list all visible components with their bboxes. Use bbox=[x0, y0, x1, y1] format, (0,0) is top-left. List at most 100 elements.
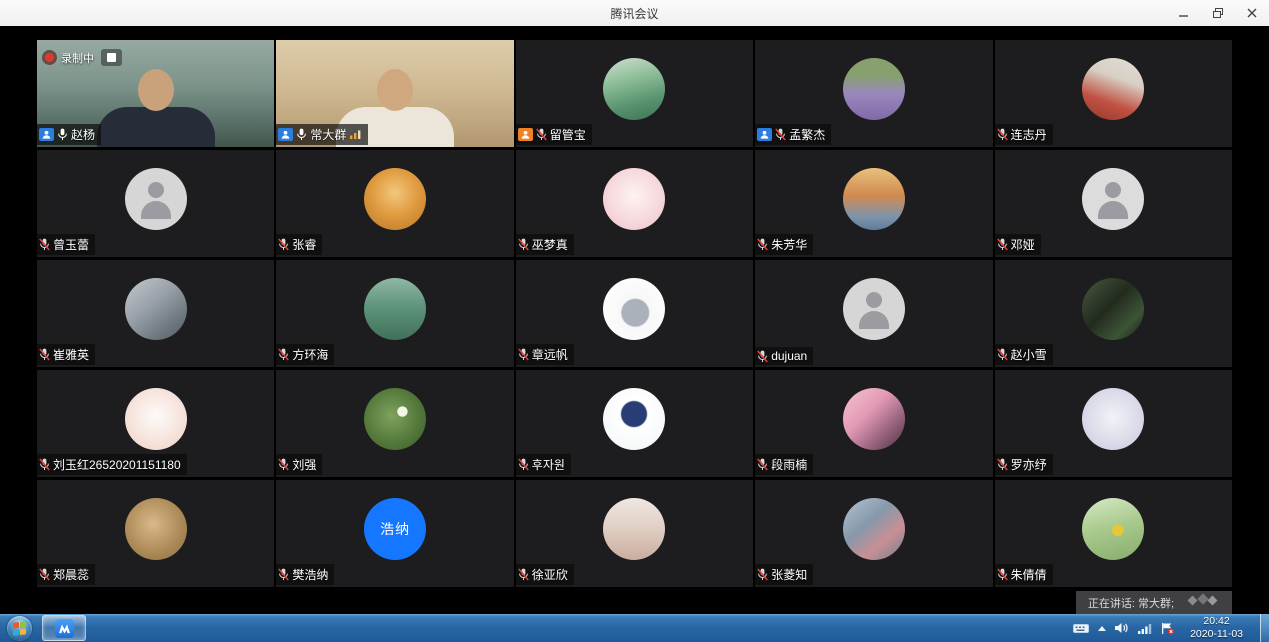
window-controls bbox=[1175, 0, 1261, 26]
participant-tile[interactable]: 常大群 bbox=[276, 40, 513, 147]
participant-tile[interactable]: 刘强 bbox=[276, 370, 513, 477]
participant-name: 刘强 bbox=[292, 456, 316, 473]
participant-avatar bbox=[125, 498, 187, 560]
person-silhouette-body bbox=[97, 107, 215, 147]
role-badge-icon bbox=[757, 128, 772, 141]
participant-tile[interactable]: 徐亚欣 bbox=[516, 480, 753, 587]
participant-name-label: 张菱知 bbox=[755, 564, 813, 585]
participant-tile[interactable]: 曾玉蕾 bbox=[37, 150, 274, 257]
participant-avatar bbox=[843, 498, 905, 560]
participant-name: 朱倩倩 bbox=[1011, 566, 1047, 583]
participant-name-label: 朱芳华 bbox=[755, 234, 813, 255]
taskbar-clock[interactable]: 20:42 2020-11-03 bbox=[1190, 615, 1243, 640]
participant-name-label: 朱倩倩 bbox=[995, 564, 1053, 585]
participant-tile[interactable]: 郑晨蕊 bbox=[37, 480, 274, 587]
clock-time: 20:42 bbox=[1190, 615, 1243, 628]
participant-tile[interactable]: 朱倩倩 bbox=[995, 480, 1232, 587]
default-avatar-person-icon bbox=[141, 201, 171, 219]
participant-name-label: 方环海 bbox=[276, 344, 334, 365]
participant-tile[interactable]: 후자원 bbox=[516, 370, 753, 477]
mic-on-icon bbox=[57, 128, 68, 141]
participant-avatar bbox=[603, 388, 665, 450]
participant-name-label: dujuan bbox=[755, 347, 813, 365]
participant-name: 邓娅 bbox=[1011, 236, 1035, 253]
participant-avatar bbox=[1082, 278, 1144, 340]
active-speaker-label: 正在讲话: 常大群; bbox=[1088, 595, 1174, 611]
mic-muted-icon bbox=[757, 238, 768, 251]
role-badge-icon bbox=[39, 128, 54, 141]
participant-tile[interactable]: 浩纳 樊浩纳 bbox=[276, 480, 513, 587]
participant-avatar bbox=[603, 498, 665, 560]
clock-date: 2020-11-03 bbox=[1190, 628, 1243, 641]
participant-tile[interactable]: 刘玉红26520201151180 bbox=[37, 370, 274, 477]
participant-tile[interactable]: 孟繁杰 bbox=[755, 40, 992, 147]
participant-tile[interactable]: 邓娅 bbox=[995, 150, 1232, 257]
participant-tile[interactable]: 张菱知 bbox=[755, 480, 992, 587]
mic-muted-icon bbox=[39, 348, 50, 361]
record-dot-icon bbox=[45, 53, 54, 62]
windows-taskbar: 20:42 2020-11-03 bbox=[0, 614, 1269, 642]
participant-tile[interactable]: 留管宝 bbox=[516, 40, 753, 147]
participant-tile[interactable]: 朱芳华 bbox=[755, 150, 992, 257]
participant-tile[interactable]: dujuan bbox=[755, 260, 992, 367]
participant-name: 刘玉红26520201151180 bbox=[53, 456, 181, 473]
default-avatar-person-icon bbox=[1098, 201, 1128, 219]
mic-muted-icon bbox=[775, 128, 786, 141]
start-button[interactable] bbox=[7, 616, 32, 641]
hidden-icons-arrow-icon[interactable] bbox=[1098, 626, 1106, 631]
participant-name-label: 崔雅英 bbox=[37, 344, 95, 365]
mic-muted-icon bbox=[997, 128, 1008, 141]
stop-record-button[interactable] bbox=[101, 49, 122, 66]
mic-on-icon bbox=[296, 128, 307, 141]
mic-muted-icon bbox=[997, 238, 1008, 251]
speaker-icon[interactable] bbox=[1115, 622, 1129, 634]
action-center-flag-icon[interactable] bbox=[1161, 622, 1175, 635]
mic-muted-icon bbox=[278, 348, 289, 361]
participant-tile[interactable]: 连志丹 bbox=[995, 40, 1232, 147]
participant-avatar bbox=[603, 278, 665, 340]
restore-button[interactable] bbox=[1209, 5, 1227, 21]
taskbar-meeting-app-button[interactable] bbox=[42, 615, 86, 641]
participant-name-label: 章远帆 bbox=[516, 344, 574, 365]
participant-tile[interactable]: 巫梦真 bbox=[516, 150, 753, 257]
participant-tile[interactable]: 方环海 bbox=[276, 260, 513, 367]
participant-tile[interactable]: 罗亦纾 bbox=[995, 370, 1232, 477]
meeting-stage: 赵杨 常大群 留管宝 bbox=[0, 26, 1269, 614]
volume-bars-icon bbox=[349, 129, 362, 140]
participant-name-label: 连志丹 bbox=[995, 124, 1053, 145]
participant-name: dujuan bbox=[771, 349, 807, 363]
participant-avatar: 浩纳 bbox=[364, 498, 426, 560]
system-tray: 20:42 2020-11-03 bbox=[1073, 614, 1269, 642]
stop-record-icon bbox=[107, 53, 116, 62]
mic-muted-icon bbox=[757, 568, 768, 581]
participant-tile[interactable]: 章远帆 bbox=[516, 260, 753, 367]
mic-muted-icon bbox=[39, 458, 50, 471]
participant-name-label: 曾玉蕾 bbox=[37, 234, 95, 255]
close-button[interactable] bbox=[1243, 5, 1261, 21]
participant-avatar bbox=[364, 388, 426, 450]
participant-avatar bbox=[843, 278, 905, 340]
participant-tile[interactable]: 崔雅英 bbox=[37, 260, 274, 367]
minimize-button[interactable] bbox=[1175, 5, 1193, 21]
participant-avatar bbox=[603, 58, 665, 120]
mic-muted-icon bbox=[278, 238, 289, 251]
person-silhouette-head bbox=[377, 69, 413, 111]
participant-avatar bbox=[125, 168, 187, 230]
participant-name-label: 巫梦真 bbox=[516, 234, 574, 255]
participant-name: 巫梦真 bbox=[532, 236, 568, 253]
mic-muted-icon bbox=[278, 458, 289, 471]
network-signal-icon[interactable] bbox=[1138, 623, 1152, 634]
participant-tile[interactable]: 赵小雪 bbox=[995, 260, 1232, 367]
input-method-keyboard-icon[interactable] bbox=[1073, 623, 1089, 634]
participant-tile[interactable]: 张睿 bbox=[276, 150, 513, 257]
windows-flag-icon bbox=[13, 621, 26, 635]
person-silhouette-head bbox=[138, 69, 174, 111]
mic-muted-icon bbox=[518, 238, 529, 251]
participant-tile[interactable]: 段雨楠 bbox=[755, 370, 992, 477]
speaking-wave-icon bbox=[1186, 593, 1222, 612]
default-avatar-person-icon bbox=[859, 311, 889, 329]
participant-name: 赵杨 bbox=[71, 126, 95, 143]
show-desktop-button[interactable] bbox=[1260, 614, 1269, 642]
participant-name: 朱芳华 bbox=[771, 236, 807, 253]
participant-name: 张睿 bbox=[292, 236, 316, 253]
